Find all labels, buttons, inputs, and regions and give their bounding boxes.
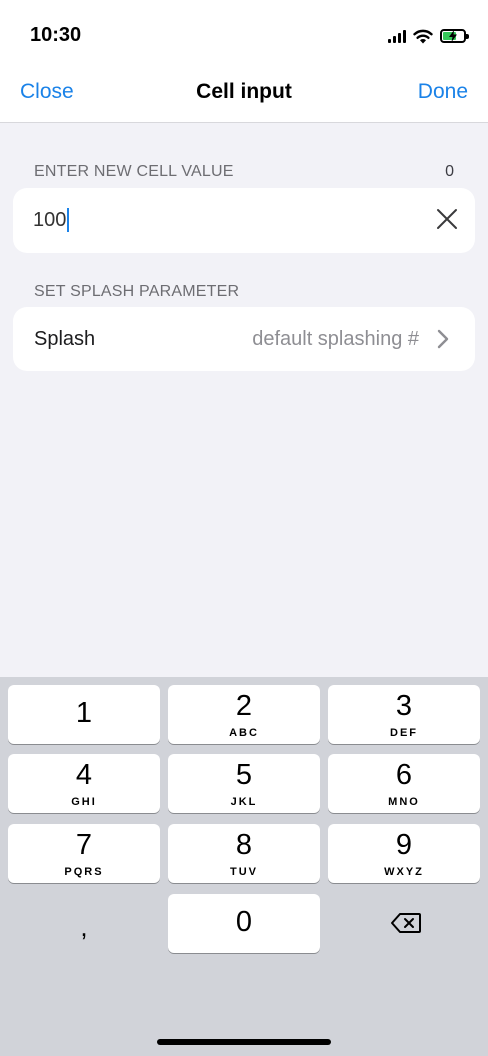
key-digit: 6 [395,759,413,791]
key-7[interactable]: 7 PQRS [8,824,160,883]
key-digit: 0 [235,906,253,938]
key-digit: 7 [75,829,93,861]
cell-input-card: 100 [13,188,475,253]
key-digit: 4 [75,759,93,791]
splash-label: Splash [34,328,96,350]
key-4[interactable]: 4 GHI [8,754,160,813]
delete-backspace-icon [391,913,421,933]
text-caret [67,208,70,232]
splash-row[interactable]: Splash default splashing # [13,307,475,371]
key-1[interactable]: 1 [8,685,160,744]
chevron-right-icon [437,329,449,349]
key-digit: 1 [75,697,93,729]
key-digit: 5 [235,759,253,791]
key-3[interactable]: 3 DEF [328,685,480,744]
key-digit: 8 [235,829,253,861]
key-letters: DEF [390,727,418,739]
close-button[interactable]: Close [20,80,74,104]
cell-value-text: 100 [33,208,67,231]
key-0[interactable]: 0 [168,894,320,953]
key-9[interactable]: 9 WXYZ [328,824,480,883]
cellular-signal-icon [388,29,406,43]
key-letters: GHI [71,796,97,808]
key-letters: PQRS [64,866,104,878]
status-icons [388,24,469,48]
wifi-icon [413,29,433,43]
cell-value-header: ENTER NEW CELL VALUE [34,163,234,180]
status-time: 10:30 [30,24,82,46]
splash-value: default splashing # [252,328,419,350]
cell-value-input[interactable]: 100 [33,208,413,232]
clear-icon[interactable] [435,207,459,231]
screen: 10:30 Close Cell input Done ENTER NEW CE… [0,0,488,1056]
key-digit: 2 [235,690,253,722]
key-5[interactable]: 5 JKL [168,754,320,813]
numeric-keypad: 1 2 ABC 3 DEF 4 GHI 5 JKL 6 MNO 7 PQRS 8… [0,677,488,1056]
key-2[interactable]: 2 ABC [168,685,320,744]
key-comma-label: , [80,912,88,942]
key-digit: 9 [395,829,413,861]
done-button[interactable]: Done [418,80,468,104]
key-letters: WXYZ [384,866,424,878]
key-6[interactable]: 6 MNO [328,754,480,813]
home-indicator[interactable] [157,1039,331,1045]
key-letters: JKL [230,796,258,808]
splash-header: SET SPLASH PARAMETER [34,283,240,300]
key-letters: TUV [230,866,258,878]
key-letters: MNO [388,796,420,808]
key-letters: ABC [229,727,259,739]
key-8[interactable]: 8 TUV [168,824,320,883]
header-area: 10:30 Close Cell input Done [0,0,488,123]
battery-icon [440,29,469,43]
delete-key[interactable] [328,894,480,953]
key-digit: 3 [395,690,413,722]
key-comma[interactable]: , [8,894,160,953]
cell-value-count: 0 [445,163,454,180]
